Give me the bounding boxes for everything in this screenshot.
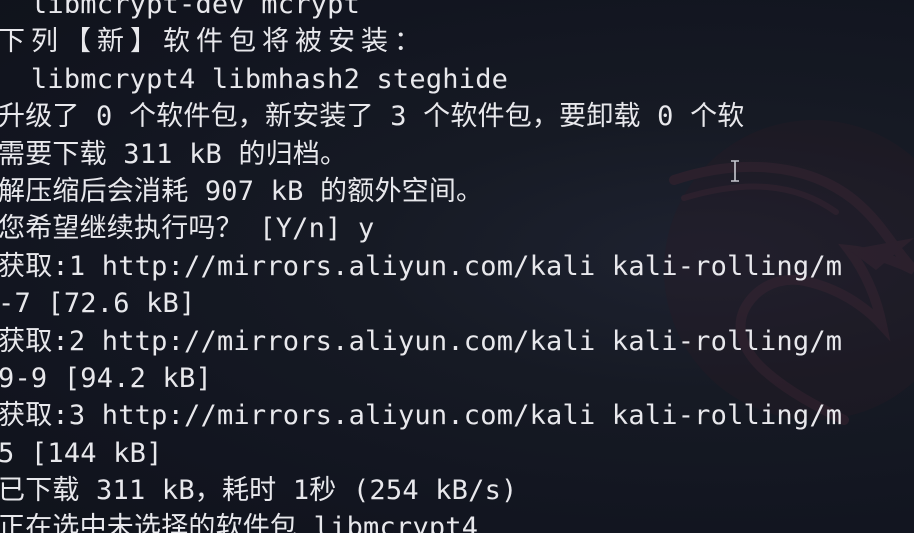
terminal-line: 需要下载 311 kB 的归档。 xyxy=(0,138,348,170)
terminal-line: 您希望继续执行吗？ [Y/n] y xyxy=(0,213,375,245)
terminal-line: 9-9 [94.2 kB] xyxy=(0,362,212,394)
terminal-line: libmcrypt4 libmhash2 steghide xyxy=(0,63,509,95)
terminal-line: 正在选中未选择的软件包 libmcrypt4 xyxy=(0,512,479,533)
terminal-output: libmcrypt-dev mcrypt 下列【新】软件包将被安装： libmc… xyxy=(0,0,914,533)
terminal-line: 升级了 0 个软件包，新安装了 3 个软件包，要卸载 0 个软 xyxy=(0,101,745,133)
terminal-window[interactable]: libmcrypt-dev mcrypt 下列【新】软件包将被安装： libmc… xyxy=(0,0,914,533)
terminal-line: libmcrypt-dev mcrypt xyxy=(0,0,361,20)
terminal-line: 下列【新】软件包将被安装： xyxy=(0,26,427,58)
terminal-line: 解压缩后会消耗 907 kB 的额外空间。 xyxy=(0,175,484,207)
terminal-line: 获取:2 http://mirrors.aliyun.com/kali kali… xyxy=(0,325,843,357)
terminal-line: 5 [144 kB] xyxy=(0,437,163,469)
terminal-line: -7 [72.6 kB] xyxy=(0,288,196,320)
terminal-line: 获取:1 http://mirrors.aliyun.com/kali kali… xyxy=(0,250,843,282)
terminal-line: 已下载 311 kB，耗时 1秒 (254 kB/s) xyxy=(0,475,518,507)
terminal-line: 获取:3 http://mirrors.aliyun.com/kali kali… xyxy=(0,400,843,432)
